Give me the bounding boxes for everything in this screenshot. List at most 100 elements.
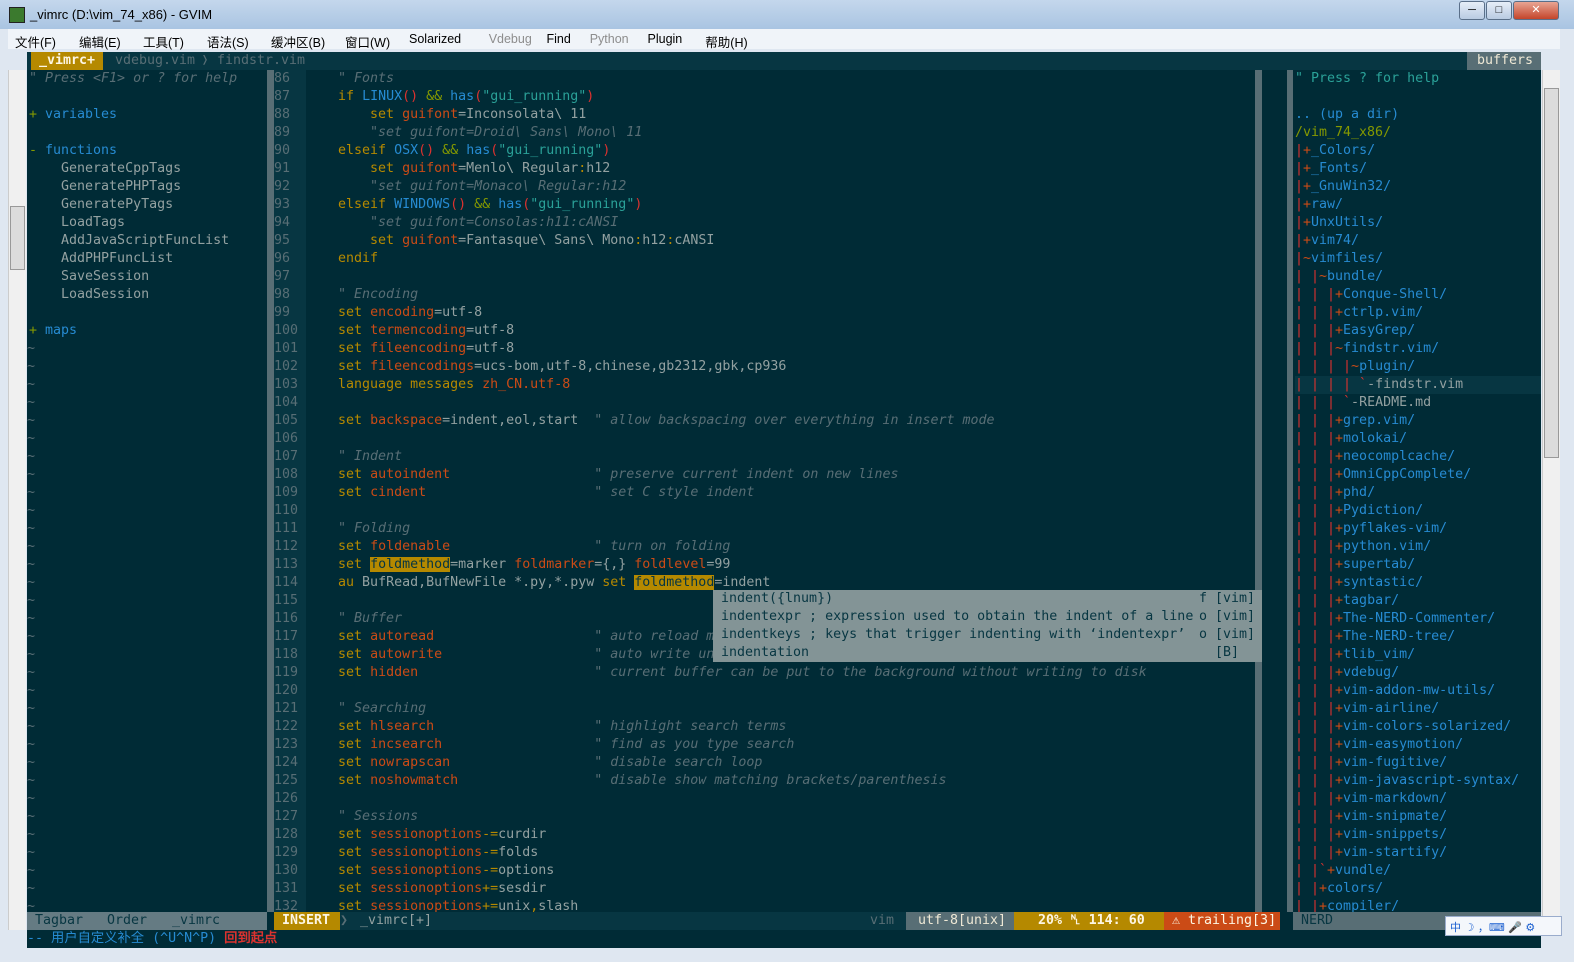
code-line[interactable]: set autoread " auto reload m	[306, 628, 714, 646]
code-line[interactable]: set incsearch " find as you type search	[306, 736, 794, 754]
tagbar-group-variables[interactable]: + variables	[29, 106, 117, 124]
scrollbar-thumb[interactable]	[1544, 88, 1559, 458]
tree-directory[interactable]: | | |~findstr.vim/	[1295, 340, 1541, 358]
tree-file[interactable]: | | | | `-findstr.vim	[1295, 376, 1541, 394]
code-line[interactable]: " Fonts	[306, 70, 394, 88]
code-line[interactable]: set sessionoptions-=options	[306, 862, 554, 880]
menu-item[interactable]: 缓冲区(B)	[271, 32, 325, 51]
vertical-split[interactable]	[1255, 70, 1262, 912]
tree-directory[interactable]: | | |+vim-snipmate/	[1295, 808, 1541, 826]
tree-directory[interactable]: | | |+tlib_vim/	[1295, 646, 1541, 664]
tree-directory[interactable]: | | |+syntastic/	[1295, 574, 1541, 592]
tree-directory[interactable]: | | |+The-NERD-Commenter/	[1295, 610, 1541, 628]
code-line[interactable]: set sessionoptions+=sesdir	[306, 880, 546, 898]
menu-item[interactable]: 语法(S)	[207, 32, 249, 51]
tab-active[interactable]: _vimrc+	[31, 52, 104, 70]
menu-item[interactable]: Python	[590, 32, 629, 46]
code-line[interactable]: " Indent	[306, 448, 402, 466]
right-scrollbar[interactable]	[1542, 70, 1560, 930]
code-line[interactable]: set fileencoding=utf-8	[306, 340, 514, 358]
code-line[interactable]: set sessionoptions-=folds	[306, 844, 538, 862]
tagbar-item[interactable]: AddJavaScriptFuncList	[29, 232, 229, 250]
tree-directory[interactable]: | | |+EasyGrep/	[1295, 322, 1541, 340]
code-line[interactable]: set guifont=Inconsolata\ 11	[306, 106, 586, 124]
close-button[interactable]: ✕	[1513, 1, 1559, 20]
tree-directory[interactable]: |+raw/	[1295, 196, 1541, 214]
tree-directory[interactable]: |+_Fonts/	[1295, 160, 1541, 178]
tree-directory[interactable]: | | |+grep.vim/	[1295, 412, 1541, 430]
tree-directory[interactable]: | | |+vim-colors-solarized/	[1295, 718, 1541, 736]
code-line[interactable]: elseif OSX() && has("gui_running")	[306, 142, 610, 160]
nerdtree-up-dir[interactable]: .. (up a dir)	[1295, 106, 1399, 124]
tree-directory[interactable]: | | |+vim-airline/	[1295, 700, 1541, 718]
code-line[interactable]: set cindent " set C style indent	[306, 484, 754, 502]
buffers-label[interactable]: buffers	[1467, 52, 1541, 70]
code-line[interactable]: language messages zh_CN.utf-8	[306, 376, 570, 394]
tab-findstr[interactable]: findstr.vim	[217, 52, 305, 70]
left-scrollbar[interactable]	[8, 70, 26, 930]
code-line[interactable]: elseif WINDOWS() && has("gui_running")	[306, 196, 642, 214]
tagbar-item[interactable]: AddPHPFuncList	[29, 250, 173, 268]
tree-directory[interactable]: | | |+neocomplcache/	[1295, 448, 1541, 466]
ime-toolbar[interactable]: 中 ☽ ，⌨ 🎤 ⚙	[1445, 916, 1562, 936]
code-line[interactable]: set foldmethod=marker foldmarker={,} fol…	[306, 556, 730, 574]
tree-directory[interactable]: | | |+The-NERD-tree/	[1295, 628, 1541, 646]
code-line[interactable]: " Folding	[306, 520, 410, 538]
tree-directory[interactable]: |+_Colors/	[1295, 142, 1541, 160]
code-line[interactable]: " Searching	[306, 700, 426, 718]
code-line[interactable]: au BufRead,BufNewFile *.py,*.pyw set fol…	[306, 574, 770, 592]
tree-directory[interactable]: |~vimfiles/	[1295, 250, 1541, 268]
tree-directory[interactable]: | | |+vim-startify/	[1295, 844, 1541, 862]
completion-item[interactable]: indent({lnum}) f [vim]	[713, 590, 1262, 608]
code-line[interactable]: set autoindent " preserve current indent…	[306, 466, 898, 484]
code-line[interactable]: set guifont=Menlo\ Regular:h12	[306, 160, 610, 178]
tree-directory[interactable]: | |~bundle/	[1295, 268, 1541, 286]
menu-item[interactable]: 文件(F)	[15, 32, 56, 51]
code-line[interactable]: set hidden " current buffer can be put t…	[306, 664, 1147, 682]
code-line[interactable]: if LINUX() && has("gui_running")	[306, 88, 594, 106]
tree-directory[interactable]: | |+colors/	[1295, 880, 1541, 898]
code-line[interactable]: set nowrapscan " disable search loop	[306, 754, 762, 772]
scrollbar-thumb[interactable]	[10, 206, 25, 270]
tree-directory[interactable]: | | |+tagbar/	[1295, 592, 1541, 610]
tree-directory[interactable]: | | | |~plugin/	[1295, 358, 1541, 376]
tree-directory[interactable]: | | |+vim-snippets/	[1295, 826, 1541, 844]
menu-item[interactable]: 帮助(H)	[705, 32, 747, 51]
code-line[interactable]: "set guifont=Monaco\ Regular:h12	[306, 178, 626, 196]
tagbar-item[interactable]: LoadSession	[29, 286, 149, 304]
command-line[interactable]: -- 用户自定义补全 (^U^N^P) 回到起点	[27, 930, 1541, 948]
code-line[interactable]: set hlsearch " highlight search terms	[306, 718, 786, 736]
tree-directory[interactable]: | | |+vdebug/	[1295, 664, 1541, 682]
tree-directory[interactable]: | | |+ctrlp.vim/	[1295, 304, 1541, 322]
nerdtree-pane[interactable]: " Press ? for help .. (up a dir)/vim_74_x…	[1295, 70, 1541, 914]
code-line[interactable]: set backspace=indent,eol,start " allow b…	[306, 412, 995, 430]
code-line[interactable]: set sessionoptions-=curdir	[306, 826, 546, 844]
completion-item[interactable]: indentation [B]	[713, 644, 1262, 662]
tree-directory[interactable]: | | |+vim-addon-mw-utils/	[1295, 682, 1541, 700]
code-line[interactable]: " Buffer	[306, 610, 402, 628]
tree-directory[interactable]: | | |+vim-markdown/	[1295, 790, 1541, 808]
tagbar-item[interactable]: LoadTags	[29, 214, 125, 232]
minimize-button[interactable]: ─	[1459, 1, 1485, 20]
tree-directory[interactable]: |+_GnuWin32/	[1295, 178, 1541, 196]
code-line[interactable]: " Sessions	[306, 808, 418, 826]
code-line[interactable]: set termencoding=utf-8	[306, 322, 514, 340]
completion-item[interactable]: indentexpr ; expression used to obtain t…	[713, 608, 1262, 626]
tree-directory[interactable]: | | |+molokai/	[1295, 430, 1541, 448]
vim-editor[interactable]: _vimrc+ vdebug.vim ❭ findstr.vim buffers…	[27, 52, 1541, 948]
code-line[interactable]: set noshowmatch " disable show matching …	[306, 772, 946, 790]
code-line[interactable]: set autowrite " auto write un	[306, 646, 714, 664]
menu-item[interactable]: Plugin	[648, 32, 683, 46]
vertical-split[interactable]	[267, 70, 274, 912]
tree-directory[interactable]: | | |+vim-fugitive/	[1295, 754, 1541, 772]
maximize-button[interactable]: □	[1486, 1, 1512, 20]
tagbar-group-maps[interactable]: + maps	[29, 322, 77, 340]
menu-item[interactable]: Solarized	[409, 32, 461, 46]
tagbar-item[interactable]: GenerateCppTags	[29, 160, 181, 178]
tree-directory[interactable]: | | |+vim-javascript-syntax/	[1295, 772, 1541, 790]
tree-directory[interactable]: | |`+vundle/	[1295, 862, 1541, 880]
tree-directory[interactable]: | | |+phd/	[1295, 484, 1541, 502]
menu-item[interactable]: Find	[547, 32, 571, 46]
code-pane[interactable]: 86 " Fonts 87 if LINUX() && has("gui_runn…	[274, 70, 1256, 914]
completion-popup[interactable]: indent({lnum}) f [vim] indentexpr ; express…	[713, 590, 1262, 662]
